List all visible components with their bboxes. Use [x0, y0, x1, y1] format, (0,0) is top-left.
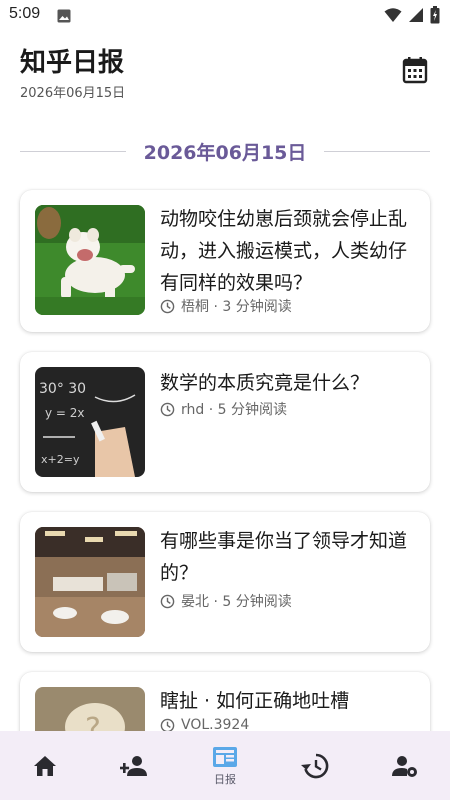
person-add-icon: [120, 755, 147, 776]
story-card[interactable]: 30° 30 y = 2x x+2=y 数学的本质究竟是什么？ rhd · 5 …: [20, 352, 430, 492]
nav-daily[interactable]: 日报: [180, 731, 270, 800]
story-title: 动物咬住幼崽后颈就会停止乱动，进入搬运模式，人类幼仔有同样的效果吗？: [160, 208, 408, 294]
story-meta-text: rhd · 5 分钟阅读: [181, 402, 287, 418]
story-meta: 晏北 · 5 分钟阅读: [160, 591, 292, 611]
daily-icon: [213, 746, 237, 767]
svg-text:30° 30: 30° 30: [39, 381, 86, 397]
svg-text:y = 2x: y = 2x: [45, 406, 85, 420]
wifi-icon: [384, 7, 402, 27]
bottom-navigation: 日报: [0, 731, 450, 800]
nav-account[interactable]: [360, 731, 450, 800]
history-icon: [301, 753, 329, 778]
story-thumbnail-lion-cub: [35, 205, 145, 315]
nav-follow[interactable]: [90, 731, 180, 800]
nav-history[interactable]: [270, 731, 360, 800]
divider-date-label: 2026年06月15日: [143, 141, 307, 164]
clock-icon: [160, 594, 175, 608]
clock-icon: [160, 402, 175, 416]
status-bar: 5:09: [0, 0, 450, 30]
battery-icon: [430, 6, 440, 28]
page-title: 知乎日报: [20, 48, 125, 78]
story-thumbnail-chalkboard: 30° 30 y = 2x x+2=y: [35, 367, 145, 477]
calendar-icon: [402, 57, 428, 84]
story-thumbnail-office: [35, 527, 145, 637]
story-card[interactable]: 动物咬住幼崽后颈就会停止乱动，进入搬运模式，人类幼仔有同样的效果吗？ 梧桐 · …: [20, 190, 430, 332]
nav-daily-label: 日报: [214, 772, 236, 786]
date-divider: 2026年06月15日: [20, 138, 431, 164]
calendar-button[interactable]: [402, 56, 428, 84]
story-meta-text: 梧桐 · 3 分钟阅读: [181, 299, 292, 315]
story-title: 有哪些事是你当了领导才知道的？: [160, 530, 408, 584]
divider-line-left: [20, 150, 126, 152]
svg-text:x+2=y: x+2=y: [41, 453, 80, 466]
status-icons: [384, 6, 440, 28]
account-settings-icon: [392, 755, 417, 777]
page-date: 2026年06月15日: [20, 86, 126, 101]
screen: 5:09 知乎日报 2026年06月15日 2026年06月15日 动物咬住幼崽…: [0, 0, 450, 800]
story-meta-text: 晏北 · 5 分钟阅读: [181, 594, 292, 610]
story-meta: 梧桐 · 3 分钟阅读: [160, 296, 292, 316]
story-title: 数学的本质究竟是什么？: [160, 372, 370, 394]
story-card[interactable]: 有哪些事是你当了领导才知道的？ 晏北 · 5 分钟阅读: [20, 512, 430, 652]
nav-home[interactable]: [0, 731, 90, 800]
story-meta: rhd · 5 分钟阅读: [160, 399, 287, 419]
signal-icon: [408, 7, 424, 27]
home-icon: [34, 755, 56, 776]
divider-line-right: [324, 150, 431, 152]
gallery-notification-icon: [57, 8, 71, 27]
clock-icon: [160, 299, 175, 313]
status-time: 5:09: [9, 5, 41, 22]
story-title: 瞎扯 · 如何正确地吐槽: [160, 690, 350, 712]
